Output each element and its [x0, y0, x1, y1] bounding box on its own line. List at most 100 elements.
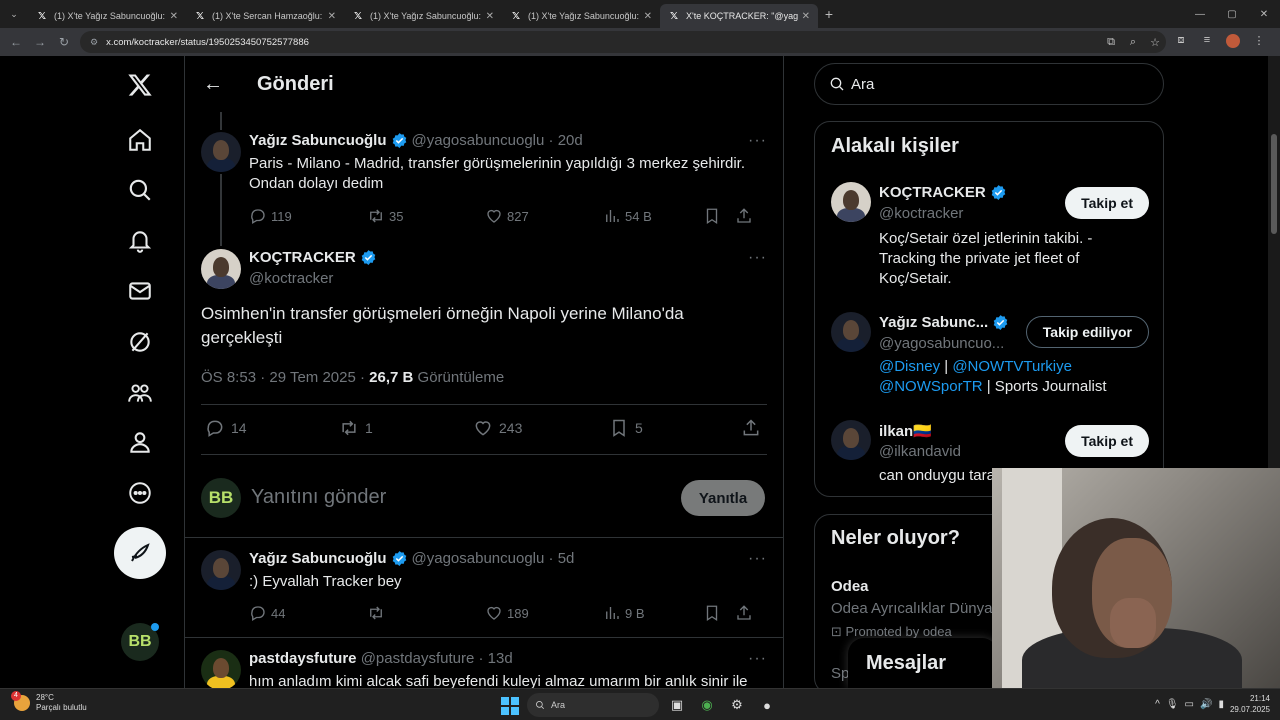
author-name[interactable]: Yağız Sabuncuoğlu: [249, 132, 387, 149]
follow-button[interactable]: Takip et: [1065, 425, 1149, 457]
browser-tab[interactable]: 𝕏 (1) X'te Sercan Hamzaoğlu: "@ ✕: [186, 4, 344, 28]
repost-button[interactable]: [367, 604, 389, 622]
back-icon[interactable]: ←: [4, 35, 28, 49]
network-icon[interactable]: ▭: [1185, 699, 1194, 710]
reply-button[interactable]: 119: [249, 207, 292, 225]
repost-button[interactable]: 1: [339, 418, 373, 438]
author-handle[interactable]: @yagosabuncuoglu: [412, 550, 545, 567]
weather-widget[interactable]: 4 28°C Parçalı bulutlu: [11, 691, 87, 713]
tweet-timestamp[interactable]: ÖS 8:53 · 29 Tem 2025 ·: [201, 369, 369, 386]
chrome-icon[interactable]: ◉: [695, 693, 719, 717]
minimize-icon[interactable]: —: [1184, 9, 1216, 20]
messages-envelope-icon[interactable]: [120, 271, 160, 311]
home-icon[interactable]: [120, 120, 160, 160]
share-button[interactable]: [741, 418, 767, 438]
tweet-time[interactable]: 20d: [558, 132, 583, 149]
close-tab-icon[interactable]: ✕: [328, 11, 336, 22]
views-button[interactable]: 9 B: [603, 604, 645, 622]
media-icon[interactable]: ≡: [1194, 34, 1220, 51]
communities-icon[interactable]: [120, 373, 160, 413]
avatar[interactable]: [201, 132, 241, 172]
site-info-icon[interactable]: ⚙: [90, 37, 98, 48]
bio-link[interactable]: @NOWSporTR: [879, 378, 983, 395]
like-button[interactable]: 243: [473, 418, 522, 438]
author-handle[interactable]: @yagosabuncuoglu: [412, 132, 545, 149]
browser-tab[interactable]: 𝕏 (1) X'te Yağız Sabuncuoğlu: "🇹🇷 ✕: [28, 4, 186, 28]
author-handle[interactable]: @pastdaysfuture: [361, 650, 475, 667]
tray-chevron-icon[interactable]: ^: [1155, 699, 1160, 710]
close-window-icon[interactable]: ✕: [1248, 9, 1280, 20]
avatar[interactable]: [831, 182, 871, 222]
like-button[interactable]: 827: [485, 207, 529, 225]
more-options-icon[interactable]: ···: [748, 249, 767, 267]
share-button[interactable]: [735, 604, 757, 622]
back-arrow-icon[interactable]: ←: [185, 73, 241, 96]
settings-icon[interactable]: ⚙: [725, 693, 749, 717]
new-tab-icon[interactable]: +: [818, 6, 840, 22]
reply-button[interactable]: 14: [205, 418, 247, 438]
zoom-icon[interactable]: ⌕: [1122, 36, 1144, 49]
bookmark-button[interactable]: [703, 207, 725, 225]
scrollbar-thumb[interactable]: [1271, 134, 1277, 234]
avatar[interactable]: [831, 420, 871, 460]
forward-icon[interactable]: →: [28, 35, 52, 49]
person-name-row[interactable]: KOÇTRACKER: [879, 184, 1011, 201]
reply-input[interactable]: Yanıtını gönder: [251, 486, 386, 509]
reply-button[interactable]: 44: [249, 604, 285, 622]
more-options-icon[interactable]: ···: [748, 650, 767, 668]
views-button[interactable]: 54 B: [603, 207, 652, 225]
like-button[interactable]: 189: [485, 604, 529, 622]
tweet-time[interactable]: 13d: [488, 650, 513, 667]
browser-menu-icon[interactable]: ⋮: [1246, 34, 1272, 51]
grok-icon[interactable]: [120, 322, 160, 362]
author-name[interactable]: pastdaysfuture: [249, 650, 357, 667]
volume-icon[interactable]: 🔊: [1200, 699, 1212, 710]
main-tweet-author[interactable]: KOÇTRACKER: [249, 249, 381, 266]
notifications-bell-icon[interactable]: [120, 221, 160, 261]
person-name[interactable]: ilkan🇨🇴: [879, 422, 932, 440]
messages-drawer[interactable]: Mesajlar: [848, 638, 998, 688]
close-tab-icon[interactable]: ✕: [802, 11, 810, 22]
start-button[interactable]: [497, 693, 521, 717]
reply-tweet[interactable]: Yağız Sabuncuoğlu @yagosabuncuoglu · 5d …: [185, 550, 783, 636]
close-tab-icon[interactable]: ✕: [170, 11, 178, 22]
tab-search-icon[interactable]: ⌄: [0, 0, 28, 28]
reload-icon[interactable]: ↻: [52, 35, 76, 49]
x-home-logo-icon[interactable]: [120, 65, 160, 105]
avatar[interactable]: [201, 650, 241, 688]
main-tweet-avatar[interactable]: [201, 249, 241, 289]
close-tab-icon[interactable]: ✕: [644, 11, 652, 22]
browser-tab[interactable]: 𝕏 (1) X'te Yağız Sabuncuoğlu: "@ ✕: [502, 4, 660, 28]
clock[interactable]: 21:14 29.07.2025: [1230, 693, 1270, 715]
close-tab-icon[interactable]: ✕: [486, 11, 494, 22]
repost-button[interactable]: 35: [367, 207, 403, 225]
more-options-icon[interactable]: ···: [748, 550, 767, 568]
tweet-time[interactable]: 5d: [558, 550, 575, 567]
account-avatar[interactable]: BB: [121, 623, 159, 661]
share-button[interactable]: [735, 207, 757, 225]
bio-link[interactable]: @NOWTVTurkiye: [952, 358, 1072, 375]
more-options-icon[interactable]: ···: [748, 132, 767, 150]
trend-title[interactable]: Odea: [831, 578, 869, 595]
profile-person-icon[interactable]: [120, 422, 160, 462]
author-name[interactable]: Yağız Sabuncuoğlu: [249, 550, 387, 567]
browser-tab[interactable]: 𝕏 (1) X'te Yağız Sabuncuoğlu: "🇹🇷 ✕: [344, 4, 502, 28]
task-view-icon[interactable]: ▣: [665, 693, 689, 717]
bookmark-button[interactable]: 5: [609, 418, 643, 438]
author-handle[interactable]: @koctracker: [249, 270, 333, 287]
extensions-icon[interactable]: ⧈: [1168, 34, 1194, 51]
search-input[interactable]: Ara: [814, 63, 1164, 105]
bookmark-star-icon[interactable]: ☆: [1144, 36, 1166, 49]
install-app-icon[interactable]: ⧉: [1100, 36, 1122, 49]
reply-submit-button[interactable]: Yanıtla: [681, 480, 765, 516]
explore-search-icon[interactable]: [120, 170, 160, 210]
app-icon[interactable]: ●: [755, 693, 779, 717]
battery-icon[interactable]: ▮: [1218, 699, 1224, 710]
trend-next[interactable]: Sp: [831, 665, 849, 682]
url-field[interactable]: ⚙ x.com/koctracker/status/19502534507525…: [80, 31, 1166, 53]
reply-tweet[interactable]: pastdaysfuture @pastdaysfuture · 13d ···…: [185, 650, 783, 688]
microphone-icon[interactable]: 🎙: [1166, 699, 1179, 710]
taskbar-search[interactable]: Ara: [527, 693, 659, 717]
browser-tab-active[interactable]: 𝕏 X'te KOÇTRACKER: "@yagosab ✕: [660, 4, 818, 28]
bio-link[interactable]: @Disney: [879, 358, 940, 375]
